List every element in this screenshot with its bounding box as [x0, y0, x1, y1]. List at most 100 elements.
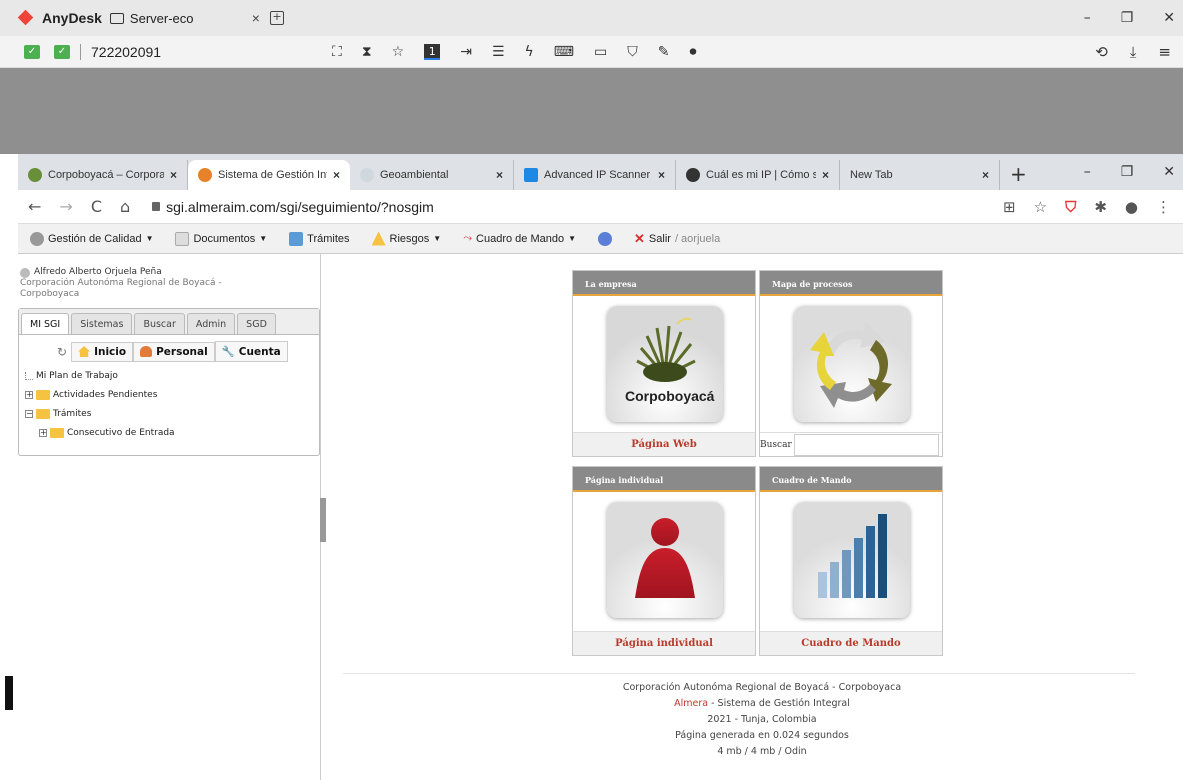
extensions-puzzle-icon[interactable]: ✱ [1094, 198, 1107, 216]
anydesk-session-tab[interactable]: Server-eco × [109, 10, 260, 26]
card-empresa-image[interactable]: Corpoboyacá [573, 296, 755, 432]
search-input[interactable] [793, 433, 939, 456]
download-icon[interactable]: ⤓ [1130, 43, 1137, 61]
new-session-icon[interactable]: + [269, 11, 284, 25]
translate-icon[interactable]: ⊞ [1003, 198, 1016, 216]
close-button[interactable]: ✕ [1163, 10, 1175, 26]
minimize-button[interactable]: – [1084, 10, 1091, 26]
tramites-icon [289, 231, 304, 246]
close-tab-icon[interactable]: × [822, 168, 829, 182]
close-tab-icon[interactable]: × [982, 168, 989, 182]
expand-icon[interactable]: + [25, 390, 33, 399]
card-header: Página individual [573, 467, 755, 492]
warning-icon [371, 231, 386, 246]
extension-shield-icon[interactable]: ⛉ [1065, 198, 1076, 216]
tab-corpoboyaca[interactable]: Corpoboyacá – Corpora × [18, 160, 188, 190]
forward-icon[interactable]: → [59, 197, 72, 216]
tab-sgd[interactable]: SGD [237, 313, 276, 334]
privacy-icon[interactable]: ⛉ [627, 44, 638, 60]
geoambiental-favicon [360, 168, 374, 182]
tree-item-actividades[interactable]: + Actividades Pendientes [25, 385, 319, 404]
tab-cual-es-mi-ip[interactable]: Cuál es mi IP | Cómo sa × [676, 160, 840, 190]
card-mapa-image[interactable] [760, 296, 942, 432]
draw-icon[interactable]: ✎ [658, 44, 670, 60]
close-tab-icon[interactable]: × [252, 10, 260, 26]
browser-close-button[interactable]: ✕ [1163, 164, 1175, 180]
hourglass-icon[interactable]: ⧗ [362, 44, 372, 60]
tree-item-plan[interactable]: Mi Plan de Trabajo [25, 366, 319, 385]
tree-item-consecutivo[interactable]: + Consecutivo de Entrada [25, 423, 319, 442]
user-info: Alfredo Alberto Orjuela Peña Corporación… [20, 267, 222, 300]
display-settings-icon[interactable]: ⛶ [332, 44, 342, 60]
anydesk-tab-label: Server-eco [129, 10, 194, 26]
tab-sgi[interactable]: Sistema de Gestión Inte × [188, 160, 350, 190]
home-icon[interactable]: ⌂ [120, 197, 130, 216]
cuenta-button[interactable]: 🔧 Cuenta [214, 341, 288, 362]
pagina-individual-link[interactable]: Página individual [573, 631, 755, 655]
collapse-icon[interactable]: − [25, 409, 33, 418]
switch-sides-icon[interactable]: ⇥ [460, 44, 472, 60]
user-org-line2: Corpoboyaca [20, 289, 80, 299]
card-individual-image[interactable] [573, 492, 755, 631]
chat-icon[interactable]: ☰ [492, 44, 505, 60]
menu-documentos[interactable]: Documentos ▼ [175, 231, 267, 246]
monitor-1-icon[interactable]: 1 [424, 44, 441, 60]
restore-button[interactable]: ❐ [1121, 10, 1134, 26]
card-cuadro-image[interactable] [760, 492, 942, 631]
help-icon [598, 231, 613, 246]
gear-icon [30, 231, 44, 246]
anydesk-right-tools: ⟲ ⤓ ≡ [1095, 36, 1171, 68]
tab-new-tab[interactable]: New Tab × [840, 160, 1000, 190]
bar-chart-icon [794, 502, 910, 618]
panel-splitter[interactable] [320, 498, 326, 542]
reload-icon[interactable]: C [91, 197, 102, 216]
cuadro-mando-link[interactable]: Cuadro de Mando [760, 631, 942, 655]
anydesk-logo-icon [18, 9, 36, 27]
display-icon[interactable]: ▭ [594, 44, 607, 60]
browser-restore-button[interactable]: ❐ [1121, 164, 1134, 180]
bookmark-star-icon[interactable]: ☆ [1034, 198, 1047, 216]
personal-button[interactable]: Personal [133, 341, 215, 362]
anydesk-titlebar: AnyDesk Server-eco × + – ❐ ✕ [0, 0, 1183, 36]
menu-riesgos[interactable]: Riesgos ▼ [371, 231, 441, 246]
salir-button[interactable]: ✕ Salir / aorjuela [634, 231, 720, 247]
record-icon[interactable]: ⏺ [689, 44, 696, 60]
tab-buscar[interactable]: Buscar [134, 313, 185, 334]
back-icon[interactable]: ← [28, 197, 41, 216]
new-tab-button[interactable]: + [1010, 160, 1027, 190]
refresh-icon[interactable]: ↻ [57, 345, 67, 359]
pagina-web-link[interactable]: Página Web [573, 432, 755, 456]
profile-icon[interactable]: ● [1125, 198, 1138, 216]
close-tab-icon[interactable]: × [170, 168, 177, 182]
permission-icon[interactable]: ✓ [54, 44, 70, 59]
inicio-button[interactable]: Inicio [71, 341, 134, 362]
expand-icon[interactable]: + [39, 428, 47, 437]
menu-cuadro-mando[interactable]: ⤳ Cuadro de Mando ▼ [463, 232, 576, 245]
browser-menu-icon[interactable]: ⋮ [1156, 198, 1171, 216]
tab-admin[interactable]: Admin [186, 313, 236, 334]
browser-minimize-button[interactable]: – [1084, 164, 1091, 180]
browser-extensions: ⊞ ☆ ⛉ ✱ ● ⋮ [1003, 190, 1171, 224]
almera-link[interactable]: Almera [674, 698, 708, 709]
bookmark-icon[interactable]: ☆ [392, 44, 405, 60]
close-tab-icon[interactable]: × [333, 168, 340, 182]
url-field[interactable]: sgi.almeraim.com/sgi/seguimiento/?nosgim [152, 199, 434, 215]
close-tab-icon[interactable]: × [496, 168, 503, 182]
menu-icon[interactable]: ≡ [1158, 43, 1171, 61]
history-icon[interactable]: ⟲ [1095, 43, 1108, 61]
plant-icon [607, 306, 723, 422]
actions-icon[interactable]: ϟ [525, 44, 534, 60]
url-text: sgi.almeraim.com/sgi/seguimiento/?nosgim [166, 198, 434, 215]
help-button[interactable] [598, 231, 613, 246]
close-tab-icon[interactable]: × [658, 168, 665, 182]
tree-item-tramites[interactable]: − Trámites [25, 404, 319, 423]
menu-tramites[interactable]: Trámites [289, 231, 350, 246]
tab-ip-scanner[interactable]: Advanced IP Scanner – × [514, 160, 676, 190]
tab-sistemas[interactable]: Sistemas [71, 313, 133, 334]
panel-tabs: MI SGI Sistemas Buscar Admin SGD [19, 309, 319, 335]
menu-gestion-calidad[interactable]: Gestión de Calidad ▼ [30, 231, 153, 246]
folder-icon [36, 389, 50, 400]
tab-geoambiental[interactable]: Geoambiental × [350, 160, 514, 190]
keyboard-icon[interactable]: ⌨ [554, 44, 574, 60]
tab-mi-sgi[interactable]: MI SGI [21, 313, 70, 334]
